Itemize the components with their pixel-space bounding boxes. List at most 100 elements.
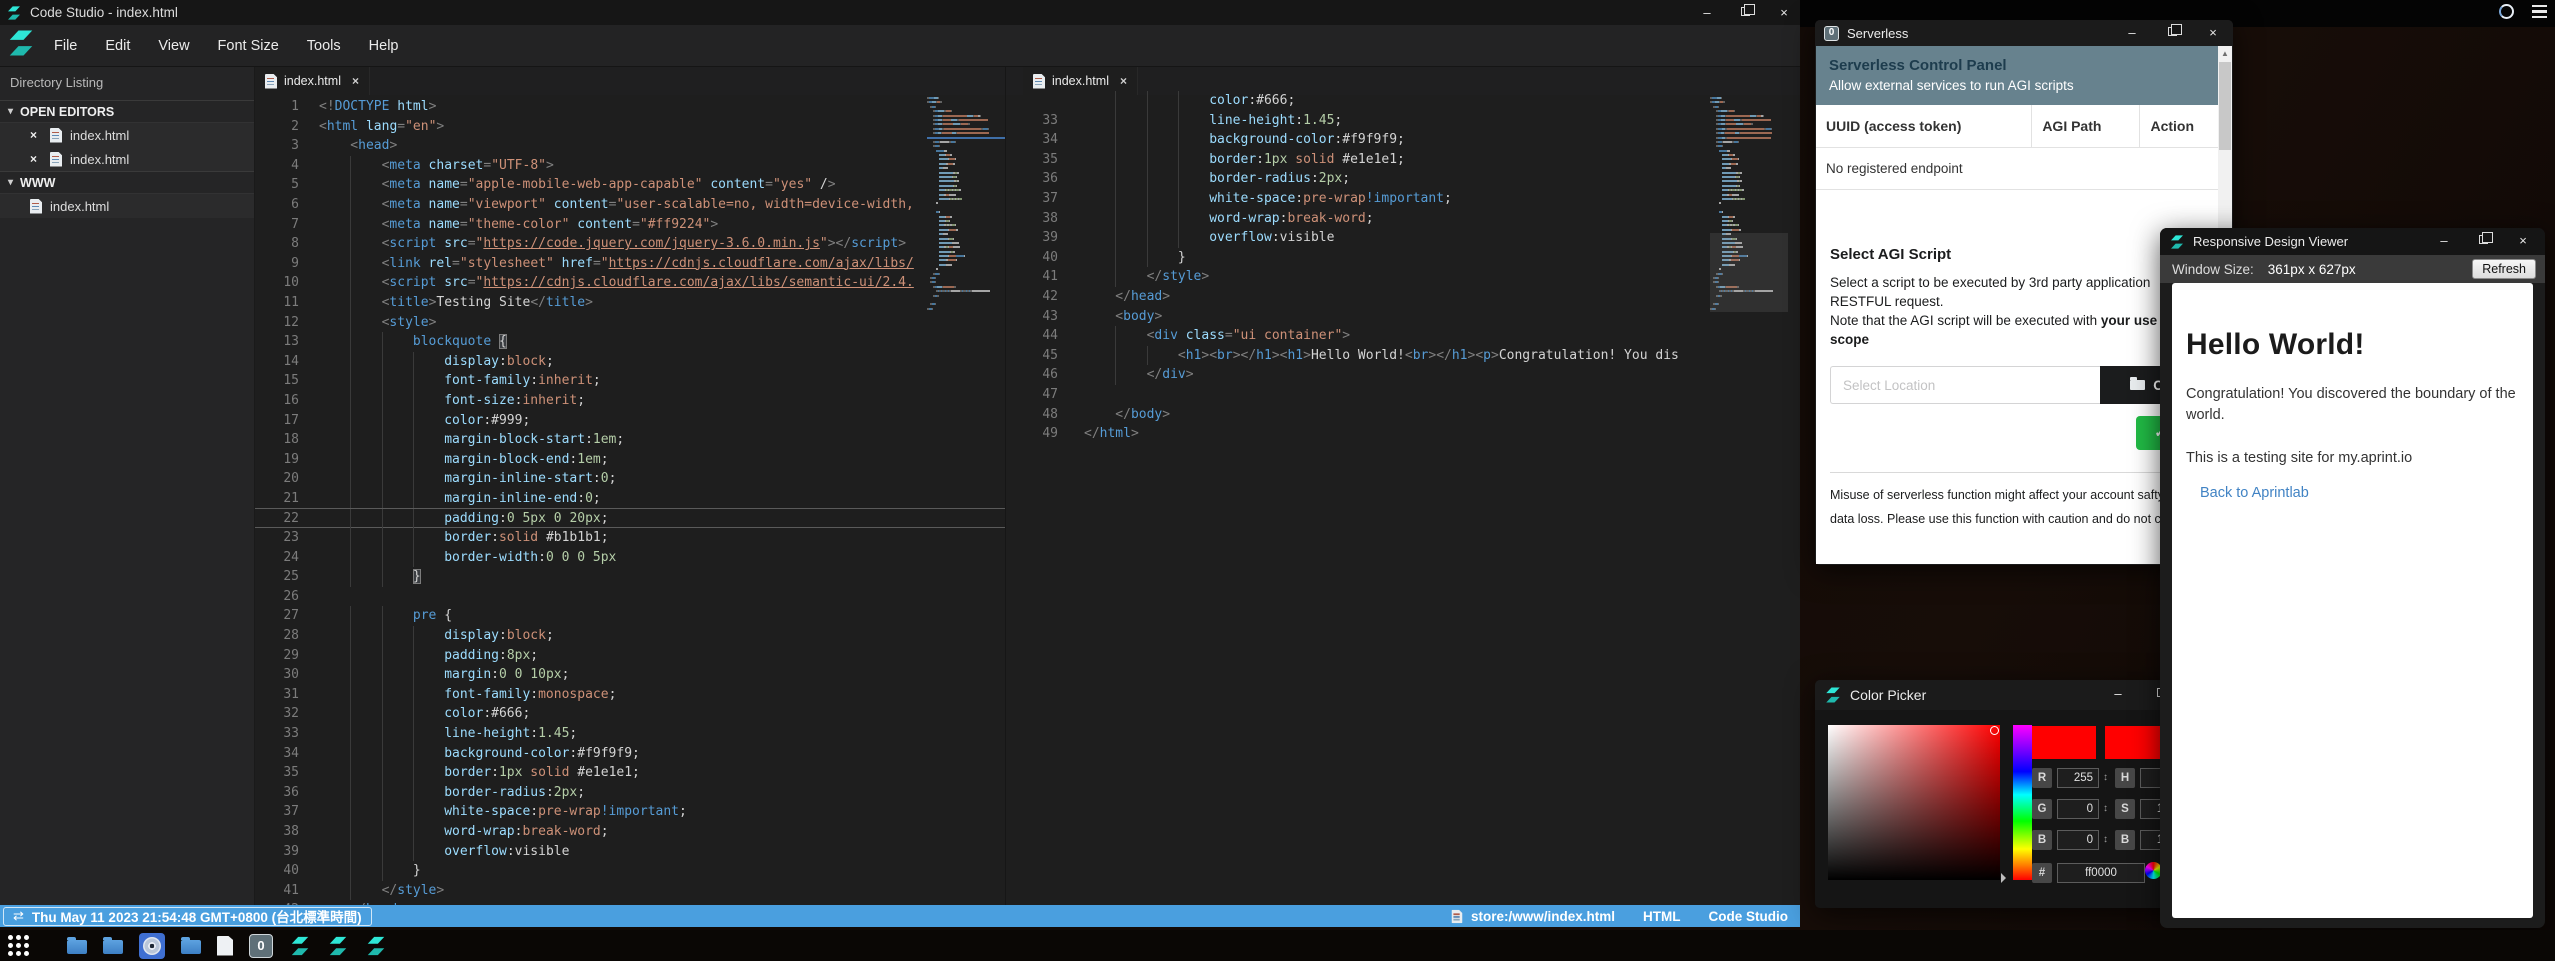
code-line-46[interactable]: 46</div> (1006, 365, 1800, 385)
code-line-19[interactable]: 19margin-block-end:1em; (255, 450, 1005, 470)
tree-section-open-editors[interactable]: ▾OPEN EDITORS (0, 100, 254, 123)
code-line-49[interactable]: 49</html> (1006, 424, 1800, 444)
code-line-17[interactable]: 17color:#999; (255, 411, 1005, 431)
code-line-41[interactable]: 41</style> (255, 881, 1005, 901)
code-line-23[interactable]: 23border:solid #b1b1b1; (255, 528, 1005, 548)
code-line-5[interactable]: 5<meta name="apple-mobile-web-app-capabl… (255, 175, 1005, 195)
scrollbar-thumb[interactable] (2219, 62, 2231, 150)
code-studio-app-icon[interactable] (327, 935, 349, 957)
code-line-28[interactable]: 28display:block; (255, 626, 1005, 646)
code-line-27[interactable]: 27pre { (255, 606, 1005, 626)
hamburger-menu-icon[interactable] (2532, 5, 2547, 19)
code-line-10[interactable]: 10<script src="https://cdnjs.cloudflare.… (255, 273, 1005, 293)
code-line-38[interactable]: 38word-wrap:break-word; (1006, 209, 1800, 229)
code-line-32[interactable]: 32color:#666; (1006, 91, 1800, 111)
hue-slider[interactable] (2013, 725, 2032, 880)
tree-item-index.html[interactable]: ×index.html (0, 147, 254, 171)
picker-handle[interactable] (1990, 726, 1999, 735)
close-file-icon[interactable]: × (30, 152, 42, 166)
viewer-titlebar[interactable]: Responsive Design Viewer – × (2160, 228, 2545, 255)
minimap-right[interactable] (1710, 97, 1788, 312)
code-line-39[interactable]: 39overflow:visible (1006, 228, 1800, 248)
code-line-14[interactable]: 14display:block; (255, 352, 1005, 372)
hex-input[interactable]: ff0000 (2057, 863, 2145, 883)
code-line-12[interactable]: 12<style> (255, 313, 1005, 333)
menu-item-view[interactable]: View (144, 25, 203, 66)
minimize-button[interactable]: – (1699, 5, 1715, 20)
folder-icon[interactable] (181, 940, 201, 954)
code-line-21[interactable]: 21margin-inline-end:0; (255, 489, 1005, 509)
code-line-33[interactable]: 33line-height:1.45; (255, 724, 1005, 744)
scroll-up-icon[interactable]: ▲ (2218, 46, 2232, 61)
code-line-37[interactable]: 37white-space:pre-wrap!important; (1006, 189, 1800, 209)
code-line-1[interactable]: 1<!DOCTYPE html> (255, 97, 1005, 117)
serverless-app-icon[interactable]: 0 (249, 934, 273, 958)
code-line-36[interactable]: 36border-radius:2px; (255, 783, 1005, 803)
folder-icon[interactable] (67, 940, 87, 954)
minimize-button[interactable]: – (2436, 233, 2452, 248)
minimize-button[interactable]: – (2124, 25, 2140, 40)
code-line-33[interactable]: 33line-height:1.45; (1006, 111, 1800, 131)
code-studio-app-icon[interactable] (289, 935, 311, 957)
field-value-b[interactable]: 0 (2057, 830, 2099, 850)
menu-item-help[interactable]: Help (355, 25, 413, 66)
minimap-left[interactable] (927, 97, 1005, 312)
code-line-44[interactable]: 44<div class="ui container"> (1006, 326, 1800, 346)
code-line-39[interactable]: 39overflow:visible (255, 842, 1005, 862)
code-line-25[interactable]: 25} (255, 567, 1005, 587)
menu-item-file[interactable]: File (40, 25, 91, 66)
code-line-43[interactable]: 43<body> (1006, 307, 1800, 327)
stepper-icon[interactable]: ↕ (2103, 830, 2108, 850)
code-line-18[interactable]: 18margin-block-start:1em; (255, 430, 1005, 450)
code-line-29[interactable]: 29padding:8px; (255, 646, 1005, 666)
code-line-22[interactable]: 22padding:0 5px 0 20px; (255, 508, 1005, 528)
code-line-24[interactable]: 24border-width:0 0 0 5px (255, 548, 1005, 568)
code-line-15[interactable]: 15font-family:inherit; (255, 371, 1005, 391)
code-line-30[interactable]: 30margin:0 0 10px; (255, 665, 1005, 685)
code-line-6[interactable]: 6<meta name="viewport" content="user-sca… (255, 195, 1005, 215)
document-icon[interactable] (217, 936, 233, 956)
code-line-4[interactable]: 4<meta charset="UTF-8"> (255, 156, 1005, 176)
code-editor-left[interactable]: 1<!DOCTYPE html>2<html lang="en">3<head>… (255, 95, 1005, 905)
code-line-35[interactable]: 35border:1px solid #e1e1e1; (255, 763, 1005, 783)
saturation-field[interactable] (1828, 725, 2000, 880)
code-line-35[interactable]: 35border:1px solid #e1e1e1; (1006, 150, 1800, 170)
code-line-32[interactable]: 32color:#666; (255, 704, 1005, 724)
code-line-26[interactable]: 26 (255, 587, 1005, 607)
code-line-9[interactable]: 9<link rel="stylesheet" href="https://cd… (255, 254, 1005, 274)
code-line-34[interactable]: 34background-color:#f9f9f9; (255, 744, 1005, 764)
code-editor-right[interactable]: 32color:#666;33line-height:1.45;34backgr… (1006, 89, 1800, 905)
back-to-aprintlab-link[interactable]: Back to Aprintlab (2200, 485, 2309, 501)
code-line-16[interactable]: 16font-size:inherit; (255, 391, 1005, 411)
code-line-40[interactable]: 40} (255, 861, 1005, 881)
code-line-42[interactable]: 42</head> (1006, 287, 1800, 307)
tree-item-index.html[interactable]: index.html (0, 194, 254, 218)
code-line-40[interactable]: 40} (1006, 248, 1800, 268)
hue-marker-left-icon[interactable] (2001, 873, 2006, 883)
menu-item-tools[interactable]: Tools (293, 25, 355, 66)
media-disc-icon[interactable] (139, 933, 165, 959)
code-line-20[interactable]: 20margin-inline-start:0; (255, 469, 1005, 489)
stepper-icon[interactable]: ↕ (2103, 799, 2108, 819)
code-line-7[interactable]: 7<meta name="theme-color" content="#ff92… (255, 215, 1005, 235)
code-studio-titlebar[interactable]: Code Studio - index.html – × (0, 0, 1800, 25)
code-line-47[interactable]: 47 (1006, 385, 1800, 405)
maximize-button[interactable] (2479, 235, 2488, 244)
menu-item-edit[interactable]: Edit (91, 25, 144, 66)
folder-icon[interactable] (103, 940, 123, 954)
code-line-37[interactable]: 37white-space:pre-wrap!important; (255, 802, 1005, 822)
app-grid-icon[interactable] (8, 935, 29, 956)
code-studio-app-icon[interactable] (365, 935, 387, 957)
menu-item-font-size[interactable]: Font Size (204, 25, 293, 66)
status-file-type[interactable]: HTML (1643, 909, 1681, 924)
code-line-8[interactable]: 8<script src="https://code.jquery.com/jq… (255, 234, 1005, 254)
tab-close-icon[interactable]: × (1120, 74, 1127, 88)
status-file-path[interactable]: store:/www/index.html (1451, 909, 1615, 924)
serverless-titlebar[interactable]: 0 Serverless – × (1815, 20, 2233, 46)
code-line-3[interactable]: 3<head> (255, 136, 1005, 156)
code-line-13[interactable]: 13blockquote { (255, 332, 1005, 352)
close-file-icon[interactable]: × (30, 128, 42, 142)
code-line-2[interactable]: 2<html lang="en"> (255, 117, 1005, 137)
close-button[interactable]: × (1776, 5, 1792, 20)
stepper-icon[interactable]: ↕ (2103, 768, 2108, 788)
